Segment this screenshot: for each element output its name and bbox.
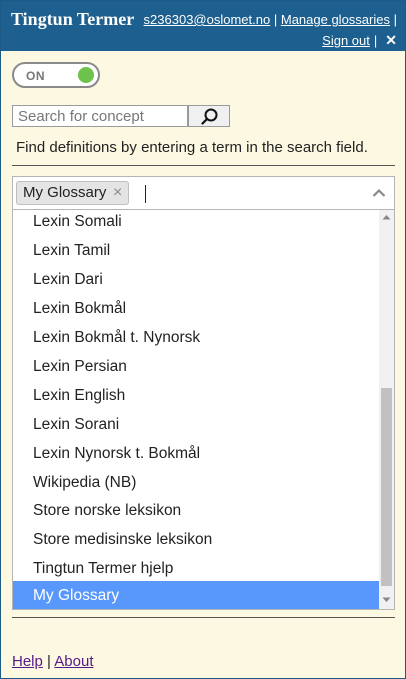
dropdown-option[interactable]: Lexin Tamil bbox=[13, 236, 380, 265]
search-icon bbox=[201, 108, 218, 125]
glossary-dropdown-list: Lexin Somali Lexin Tamil Lexin Dari Lexi… bbox=[12, 210, 395, 610]
dropdown-option[interactable]: Lexin Somali bbox=[13, 210, 380, 236]
header-links: s236303@oslomet.no | Manage glossaries | bbox=[144, 12, 397, 27]
separator: | bbox=[47, 653, 51, 670]
dropdown-option[interactable]: Lexin Nynorsk t. Bokmål bbox=[13, 439, 380, 468]
dropdown-option-highlighted[interactable]: My Glossary bbox=[13, 581, 380, 609]
footer: Help | About bbox=[12, 653, 93, 670]
scroll-up-arrow-icon[interactable] bbox=[382, 214, 391, 220]
dropdown-option[interactable]: Lexin Dari bbox=[13, 265, 380, 294]
manage-glossaries-link[interactable]: Manage glossaries bbox=[281, 12, 390, 27]
dropdown-option[interactable]: Lexin Sorani bbox=[13, 410, 380, 439]
separator: | bbox=[393, 12, 397, 27]
toggle-label: ON bbox=[26, 69, 45, 83]
hint-text: Find definitions by entering a term in t… bbox=[16, 139, 368, 156]
dropdown-option[interactable]: Tingtun Termer hjelp bbox=[13, 554, 380, 583]
dropdown-option[interactable]: Lexin Bokmål t. Nynorsk bbox=[13, 323, 380, 352]
header-row-2: Sign out | ✕ bbox=[322, 32, 397, 49]
scroll-down-arrow-icon[interactable] bbox=[382, 597, 391, 603]
tag-label: My Glossary bbox=[23, 184, 107, 201]
dropdown-option[interactable]: Lexin Bokmål bbox=[13, 294, 380, 323]
about-link[interactable]: About bbox=[54, 653, 93, 670]
toggle-knob bbox=[78, 67, 94, 83]
dropdown-option[interactable]: Store medisinske leksikon bbox=[13, 525, 380, 554]
divider bbox=[12, 617, 395, 618]
sign-out-link[interactable]: Sign out bbox=[322, 33, 370, 48]
dropdown-option[interactable]: Wikipedia (NB) bbox=[13, 468, 380, 497]
dropdown-option[interactable]: Lexin Persian bbox=[13, 352, 380, 381]
dropdown-option[interactable]: Store norske leksikon bbox=[13, 496, 380, 525]
dropdown-scrollbar[interactable] bbox=[379, 210, 394, 609]
selected-glossary-tag: My Glossary × bbox=[16, 181, 130, 205]
search-input[interactable] bbox=[12, 105, 188, 127]
text-caret bbox=[145, 185, 146, 203]
on-off-toggle[interactable]: ON bbox=[12, 62, 100, 88]
header-bar: Tingtun Termer s236303@oslomet.no | Mana… bbox=[1, 1, 405, 51]
close-icon[interactable]: ✕ bbox=[385, 32, 397, 49]
divider bbox=[12, 165, 395, 166]
glossary-select[interactable]: My Glossary × bbox=[12, 176, 395, 210]
extension-popup: Tingtun Termer s236303@oslomet.no | Mana… bbox=[0, 0, 406, 679]
help-link[interactable]: Help bbox=[12, 653, 43, 670]
remove-tag-icon[interactable]: × bbox=[113, 182, 122, 204]
scrollbar-thumb[interactable] bbox=[381, 388, 392, 586]
user-email-link[interactable]: s236303@oslomet.no bbox=[144, 12, 271, 27]
dropdown-option[interactable]: Lexin English bbox=[13, 381, 380, 410]
search-button[interactable] bbox=[188, 105, 230, 127]
separator: | bbox=[373, 33, 378, 48]
chevron-up-icon[interactable] bbox=[372, 188, 386, 198]
app-title: Tingtun Termer bbox=[11, 9, 135, 29]
separator: | bbox=[273, 12, 278, 27]
